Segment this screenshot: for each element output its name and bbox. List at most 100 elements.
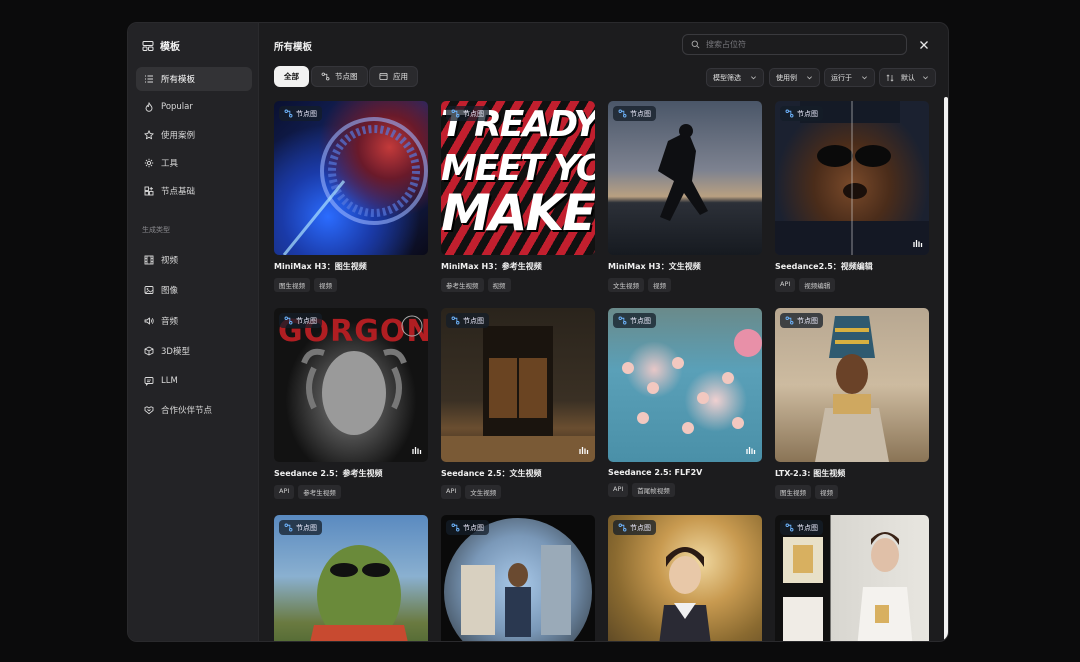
node-graph-icon xyxy=(618,109,627,118)
scrollbar[interactable] xyxy=(944,97,948,641)
card-tags: 图生视频 视频 xyxy=(775,485,929,499)
tag: 图生视频 xyxy=(274,278,310,292)
badge-label: 节点图 xyxy=(296,523,317,532)
sidebar-item-popular[interactable]: Popular xyxy=(136,95,252,119)
sidebar-item-audio[interactable]: 音频 xyxy=(136,309,252,333)
search-icon xyxy=(691,40,700,49)
sidebar-item-3d-model[interactable]: 3D模型 xyxy=(136,339,252,363)
sidebar: 模板 所有模板 Popular 使用案例 工具 节点基础 生成类型 视频 图像 … xyxy=(128,23,259,641)
template-card[interactable]: GORGON 节点图 Seedance 2.5：参考生视频 API 参考生视频 xyxy=(274,308,428,499)
sidebar-item-label: 3D模型 xyxy=(161,347,190,357)
badge-label: 节点图 xyxy=(630,109,651,118)
badge-label: 节点图 xyxy=(797,523,818,532)
tag: API xyxy=(274,485,295,499)
node-graph-icon xyxy=(321,72,330,81)
template-card[interactable]: 节点图 Seedance 2.5: FLF2V API 首尾帧视频 xyxy=(608,308,762,497)
audio-wave-icon xyxy=(579,447,589,454)
sidebar-item-partner-nodes[interactable]: 合作伙伴节点 xyxy=(136,398,252,422)
card-thumbnail: 节点图 xyxy=(608,308,762,462)
sidebar-item-node-basics[interactable]: 节点基础 xyxy=(136,179,252,203)
card-thumbnail: 节点图 xyxy=(274,101,428,255)
sidebar-item-label: 图像 xyxy=(161,286,179,296)
badge-label: 节点图 xyxy=(797,316,818,325)
tag: API xyxy=(775,278,796,292)
chip-label: 应用 xyxy=(393,72,408,81)
cube-icon xyxy=(144,346,154,356)
chevron-down-icon xyxy=(923,76,928,80)
tag: 视频 xyxy=(815,485,838,499)
card-tags: 文生视频 视频 xyxy=(608,278,762,292)
template-card[interactable]: 节点图 LTX-2.3: 图生视频 图生视频 视频 xyxy=(775,308,929,499)
node-graph-badge: 节点图 xyxy=(780,313,823,328)
tag: 视频 xyxy=(648,278,671,292)
card-title: Seedance 2.5：文生视频 xyxy=(441,469,542,478)
template-card[interactable]: 节点图 xyxy=(441,515,595,641)
template-card[interactable]: 节点图 MiniMax H3：图生视频 图生视频 视频 xyxy=(274,101,428,292)
template-card[interactable]: 节点图 xyxy=(775,515,929,641)
template-card[interactable]: 节点图 Seedance2.5：视频编辑 API 视频编辑 xyxy=(775,101,929,292)
brand-title: 模板 xyxy=(160,42,180,53)
dropdown-label: 使用例 xyxy=(776,73,797,82)
card-title: LTX-2.3: 图生视频 xyxy=(775,469,846,478)
node-graph-badge: 节点图 xyxy=(279,106,322,121)
search-input[interactable] xyxy=(706,40,896,49)
node-graph-badge: 节点图 xyxy=(613,520,656,535)
sidebar-item-label: 视频 xyxy=(161,256,179,266)
node-graph-icon xyxy=(284,109,293,118)
badge-label: 节点图 xyxy=(463,523,484,532)
sidebar-item-llm[interactable]: LLM xyxy=(136,369,252,393)
card-thumbnail: 节点图 xyxy=(775,101,929,255)
card-title: Seedance2.5：视频编辑 xyxy=(775,262,873,271)
dropdown-label: 模型筛选 xyxy=(713,73,741,82)
template-card[interactable]: 节点图 xyxy=(274,515,428,641)
node-graph-icon xyxy=(451,109,460,118)
audio-wave-icon xyxy=(913,240,923,247)
template-card[interactable]: T READY MEET YO MAKE 节点图 MiniMax H3：参考生视… xyxy=(441,101,595,292)
node-graph-icon xyxy=(785,523,794,532)
card-thumbnail: T READY MEET YO MAKE 节点图 xyxy=(441,101,595,255)
search-box[interactable] xyxy=(682,34,907,55)
card-thumbnail: 节点图 xyxy=(441,308,595,462)
sidebar-item-video[interactable]: 视频 xyxy=(136,248,252,272)
sidebar-item-image[interactable]: 图像 xyxy=(136,278,252,302)
sidebar-item-tools[interactable]: 工具 xyxy=(136,151,252,175)
card-title: Seedance 2.5: FLF2V xyxy=(608,468,703,477)
tag: 视频编辑 xyxy=(799,278,836,292)
model-filter-dropdown[interactable]: 模型筛选 xyxy=(706,68,764,87)
badge-label: 节点图 xyxy=(797,109,818,118)
tag: API xyxy=(608,483,629,497)
filter-chip-all[interactable]: 全部 xyxy=(274,66,309,87)
badge-label: 节点图 xyxy=(463,109,484,118)
node-graph-badge: 节点图 xyxy=(780,520,823,535)
filter-chip-node-graph[interactable]: 节点图 xyxy=(311,66,368,87)
card-title: Seedance 2.5：参考生视频 xyxy=(274,469,383,478)
chat-icon xyxy=(144,377,154,386)
thumbnail-art xyxy=(622,329,762,434)
runs-on-dropdown[interactable]: 运行于 xyxy=(824,68,875,87)
filter-chip-app[interactable]: 应用 xyxy=(369,66,418,87)
templates-modal: 模板 所有模板 Popular 使用案例 工具 节点基础 生成类型 视频 图像 … xyxy=(127,22,949,642)
card-thumbnail: 节点图 xyxy=(608,101,762,255)
sidebar-item-use-cases[interactable]: 使用案例 xyxy=(136,123,252,147)
thumbnail-art xyxy=(441,326,595,462)
sidebar-item-all-templates[interactable]: 所有模板 xyxy=(136,67,252,91)
node-graph-badge: 节点图 xyxy=(446,520,489,535)
chevron-down-icon xyxy=(751,76,756,80)
section-label-generation-type: 生成类型 xyxy=(142,226,170,234)
template-card[interactable]: 节点图 xyxy=(608,515,762,641)
template-icon xyxy=(142,40,154,51)
use-case-dropdown[interactable]: 使用例 xyxy=(769,68,820,87)
template-card[interactable]: 节点图 MiniMax H3：文生视频 文生视频 视频 xyxy=(608,101,762,292)
tag: 文生视频 xyxy=(608,278,644,292)
sidebar-item-label: 合作伙伴节点 xyxy=(161,406,213,416)
template-card[interactable]: 节点图 Seedance 2.5：文生视频 API 文生视频 xyxy=(441,308,595,499)
template-grid: 节点图 MiniMax H3：图生视频 图生视频 视频 T READY MEET … xyxy=(274,101,934,641)
sidebar-item-label: 使用案例 xyxy=(161,131,196,141)
sort-icon xyxy=(886,73,894,82)
sort-dropdown[interactable]: 默认 xyxy=(879,68,936,87)
badge-label: 节点图 xyxy=(463,316,484,325)
sidebar-item-label: Popular xyxy=(161,102,193,112)
close-button[interactable] xyxy=(916,37,932,53)
audio-wave-icon xyxy=(746,447,756,454)
chevron-down-icon xyxy=(807,76,812,80)
